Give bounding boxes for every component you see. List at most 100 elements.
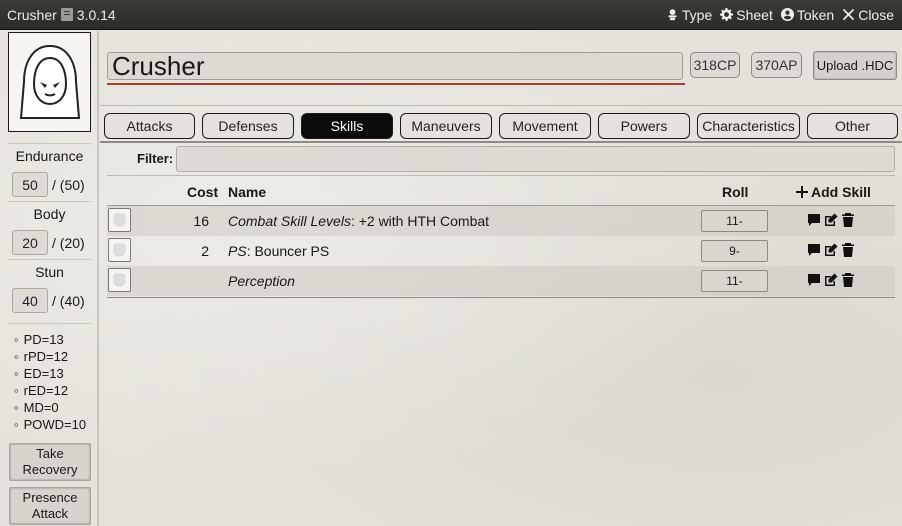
defenses-list: PD=13 rPD=12 ED=13 rED=12 MD=0 POWD=10 — [14, 331, 87, 433]
tab-maneuvers[interactable]: Maneuvers — [400, 113, 492, 139]
divider — [8, 259, 91, 260]
tab-powers[interactable]: Powers — [598, 113, 690, 139]
tab-skills[interactable]: Skills — [301, 113, 393, 139]
skills-table-header: Cost Name Roll Add Skill — [107, 175, 895, 206]
presence-attack-line2: Attack — [31, 506, 69, 521]
user-circle-icon — [780, 8, 794, 21]
filter-label: Filter: — [137, 151, 174, 166]
portrait[interactable] — [8, 32, 91, 132]
skill-name-italic: PS — [228, 243, 247, 259]
stun-value[interactable]: 40 — [12, 288, 48, 313]
gear-icon — [720, 8, 734, 21]
upload-hdc-button[interactable]: Upload .HDC — [813, 51, 897, 80]
sidebar: Endurance 50 / (50) Body 20 / (20) Stun … — [0, 31, 99, 526]
window-controls: Type Sheet Token Close — [666, 7, 902, 23]
version-label: 3.0.14 — [76, 6, 116, 23]
edit-icon[interactable] — [824, 213, 838, 227]
sheet-label: Sheet — [736, 6, 773, 23]
skill-name: PS: Bouncer PS — [228, 243, 329, 259]
tab-other[interactable]: Other — [807, 113, 898, 139]
take-recovery-button[interactable]: Take Recovery — [9, 443, 91, 481]
tab-bar: Attacks Defenses Skills Maneuvers Moveme… — [100, 105, 902, 143]
defense-item: MD=0 — [14, 399, 86, 416]
tab-movement[interactable]: Movement — [499, 113, 591, 139]
window-title-group: Crusher 3.0.14 — [0, 7, 116, 23]
trash-icon[interactable] — [841, 243, 855, 257]
body-value[interactable]: 20 — [12, 230, 48, 255]
defense-item: rED=12 — [14, 382, 86, 399]
type-button[interactable]: Type — [666, 7, 712, 23]
window-title: Crusher — [7, 6, 57, 23]
edit-icon[interactable] — [824, 243, 838, 257]
tab-defenses[interactable]: Defenses — [202, 113, 294, 139]
add-skill-button[interactable]: Add Skill — [796, 184, 871, 200]
chat-icon[interactable] — [807, 273, 821, 287]
cp-badge: 318CP — [690, 52, 740, 78]
tab-characteristics[interactable]: Characteristics — [697, 113, 800, 139]
divider — [8, 201, 91, 202]
close-icon — [843, 8, 855, 21]
divider — [8, 143, 91, 144]
endurance-label: Endurance — [15, 148, 84, 164]
main-panel: 318CP 370AP Upload .HDC Attacks Defenses… — [100, 31, 902, 526]
table-row: 16 Combat Skill Levels: +2 with HTH Comb… — [107, 206, 895, 236]
plus-icon — [796, 186, 808, 198]
row-actions — [807, 243, 855, 257]
edit-icon[interactable] — [824, 273, 838, 287]
body-max: / (20) — [52, 234, 85, 251]
filter-input[interactable] — [176, 146, 895, 172]
skill-name: Combat Skill Levels: +2 with HTH Combat — [228, 213, 489, 229]
book-icon — [60, 8, 73, 21]
row-actions — [807, 273, 855, 287]
presence-attack-button[interactable]: Presence Attack — [9, 487, 91, 525]
table-row: 2 PS: Bouncer PS 9- — [107, 236, 895, 266]
ap-badge: 370AP — [751, 52, 802, 78]
name-underline — [107, 83, 685, 85]
skill-name: Perception — [228, 273, 295, 289]
skill-name-detail: : Bouncer PS — [246, 243, 330, 259]
hooded-figure-icon — [19, 44, 80, 119]
endurance-max: / (50) — [52, 176, 85, 193]
trash-icon[interactable] — [841, 273, 855, 287]
take-recovery-line1: Take — [36, 446, 64, 461]
divider — [8, 323, 91, 324]
skill-item-icon[interactable] — [108, 208, 131, 232]
chat-icon[interactable] — [807, 243, 821, 257]
take-recovery-label: Take Recovery — [23, 446, 78, 478]
chat-icon[interactable] — [807, 213, 821, 227]
type-icon — [668, 9, 677, 21]
defense-item: rPD=12 — [14, 348, 86, 365]
skill-roll-button[interactable]: 11- — [701, 270, 768, 292]
table-row: Perception 11- — [107, 266, 895, 296]
skill-cost: 2 — [201, 243, 209, 259]
skill-cost: 16 — [193, 213, 209, 229]
defense-item: ED=13 — [14, 365, 86, 382]
cost-header: Cost — [187, 184, 219, 200]
defense-item: POWD=10 — [14, 416, 87, 433]
roll-header: Roll — [722, 184, 749, 200]
endurance-value[interactable]: 50 — [12, 172, 48, 197]
type-label: Type — [681, 6, 713, 23]
character-name-input[interactable] — [107, 52, 683, 80]
row-actions — [807, 213, 855, 227]
skill-roll-button[interactable]: 11- — [701, 210, 768, 232]
skill-name-detail: : +2 with HTH Combat — [350, 213, 490, 229]
stun-max: / (40) — [52, 292, 85, 309]
actor-sheet: Endurance 50 / (50) Body 20 / (20) Stun … — [0, 31, 902, 526]
skill-item-icon[interactable] — [108, 238, 131, 262]
tab-attacks[interactable]: Attacks — [104, 113, 195, 139]
token-label: Token — [796, 6, 835, 23]
body-row: 20 / (20) — [12, 230, 85, 255]
skill-roll-button[interactable]: 9- — [701, 240, 768, 262]
skill-item-icon[interactable] — [108, 268, 131, 292]
close-label: Close — [858, 6, 894, 23]
token-button[interactable]: Token — [780, 6, 835, 23]
window-titlebar: Crusher 3.0.14 Type Sheet Token Close — [0, 0, 902, 30]
add-skill-label: Add Skill — [811, 184, 871, 200]
sheet-button[interactable]: Sheet — [720, 7, 773, 23]
presence-attack-line1: Presence — [22, 490, 78, 505]
take-recovery-line2: Recovery — [22, 462, 78, 477]
trash-icon[interactable] — [841, 213, 855, 227]
close-button[interactable]: Close — [842, 7, 894, 23]
endurance-row: 50 / (50) — [12, 172, 85, 197]
